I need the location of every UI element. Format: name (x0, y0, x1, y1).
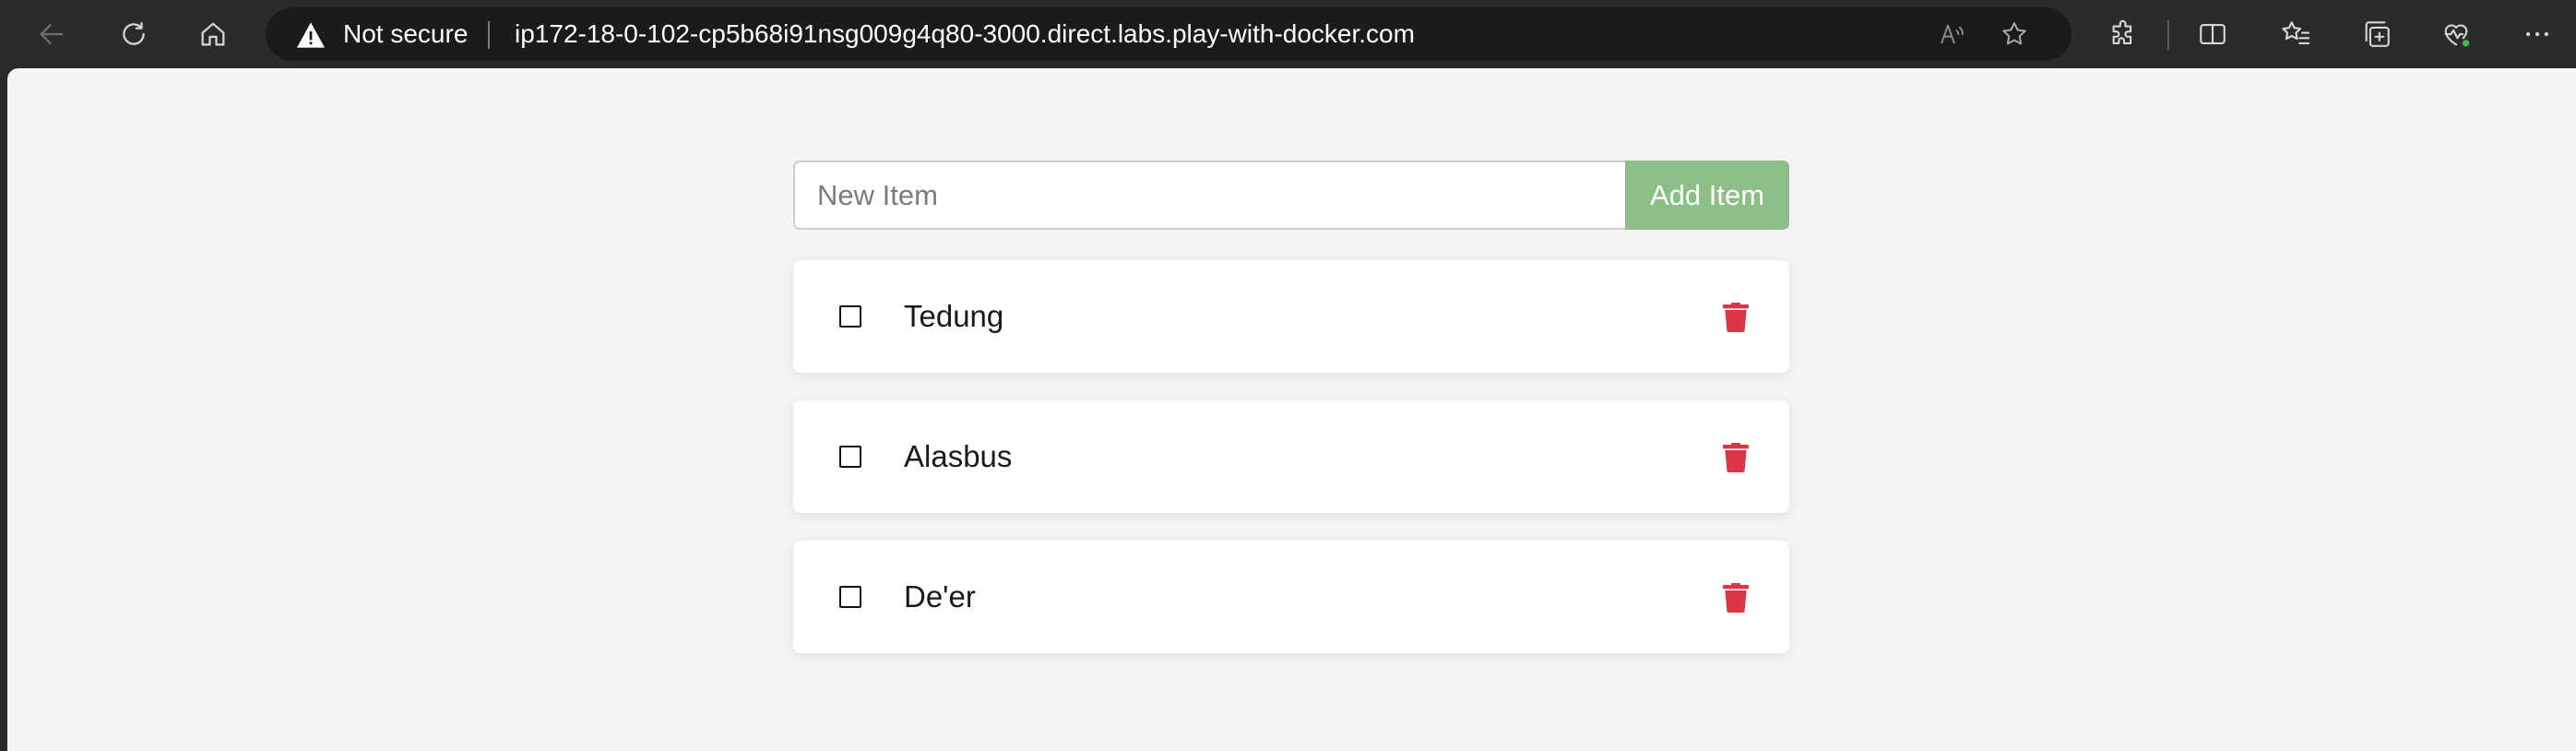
warning-icon[interactable] (295, 21, 326, 49)
item-checkbox[interactable] (839, 446, 861, 468)
more-menu-icon[interactable] (2513, 10, 2561, 58)
add-item-button[interactable]: Add Item (1625, 161, 1789, 230)
todo-item: De'er (793, 541, 1789, 653)
new-item-input[interactable] (793, 161, 1625, 230)
page-viewport: Add Item Tedung Alasbus De'er (7, 68, 2576, 751)
todo-item: Alasbus (793, 400, 1789, 513)
todo-item: Tedung (793, 260, 1789, 373)
item-checkbox[interactable] (839, 586, 861, 608)
trash-icon[interactable] (1720, 301, 1751, 334)
browser-essentials-icon[interactable] (2432, 10, 2480, 58)
back-arrow-icon[interactable] (28, 10, 76, 58)
split-screen-icon[interactable] (2189, 10, 2237, 58)
reload-icon[interactable] (110, 10, 158, 58)
browser-toolbar: Not secure ip172-18-0-102-cp5b68i91nsg00… (0, 0, 2576, 68)
trash-icon[interactable] (1720, 581, 1751, 614)
favorite-star-icon[interactable] (1996, 16, 2033, 53)
address-bar[interactable]: Not secure ip172-18-0-102-cp5b68i91nsg00… (266, 7, 2071, 61)
home-icon[interactable] (189, 10, 237, 58)
extensions-icon[interactable] (2100, 10, 2148, 58)
url-text[interactable]: ip172-18-0-102-cp5b68i91nsg009g4q80-3000… (515, 7, 1415, 61)
favorites-list-icon[interactable] (2272, 10, 2320, 58)
address-divider (488, 21, 490, 49)
item-name: De'er (904, 579, 976, 614)
toolbar-divider (2167, 20, 2169, 50)
item-name: Tedung (904, 299, 1004, 333)
collections-icon[interactable] (2353, 10, 2401, 58)
add-item-form: Add Item (793, 161, 1789, 230)
trash-icon[interactable] (1720, 441, 1751, 474)
read-aloud-icon[interactable] (1933, 16, 1970, 53)
item-checkbox[interactable] (839, 305, 861, 328)
security-label[interactable]: Not secure (343, 7, 468, 61)
item-name: Alasbus (904, 439, 1013, 473)
